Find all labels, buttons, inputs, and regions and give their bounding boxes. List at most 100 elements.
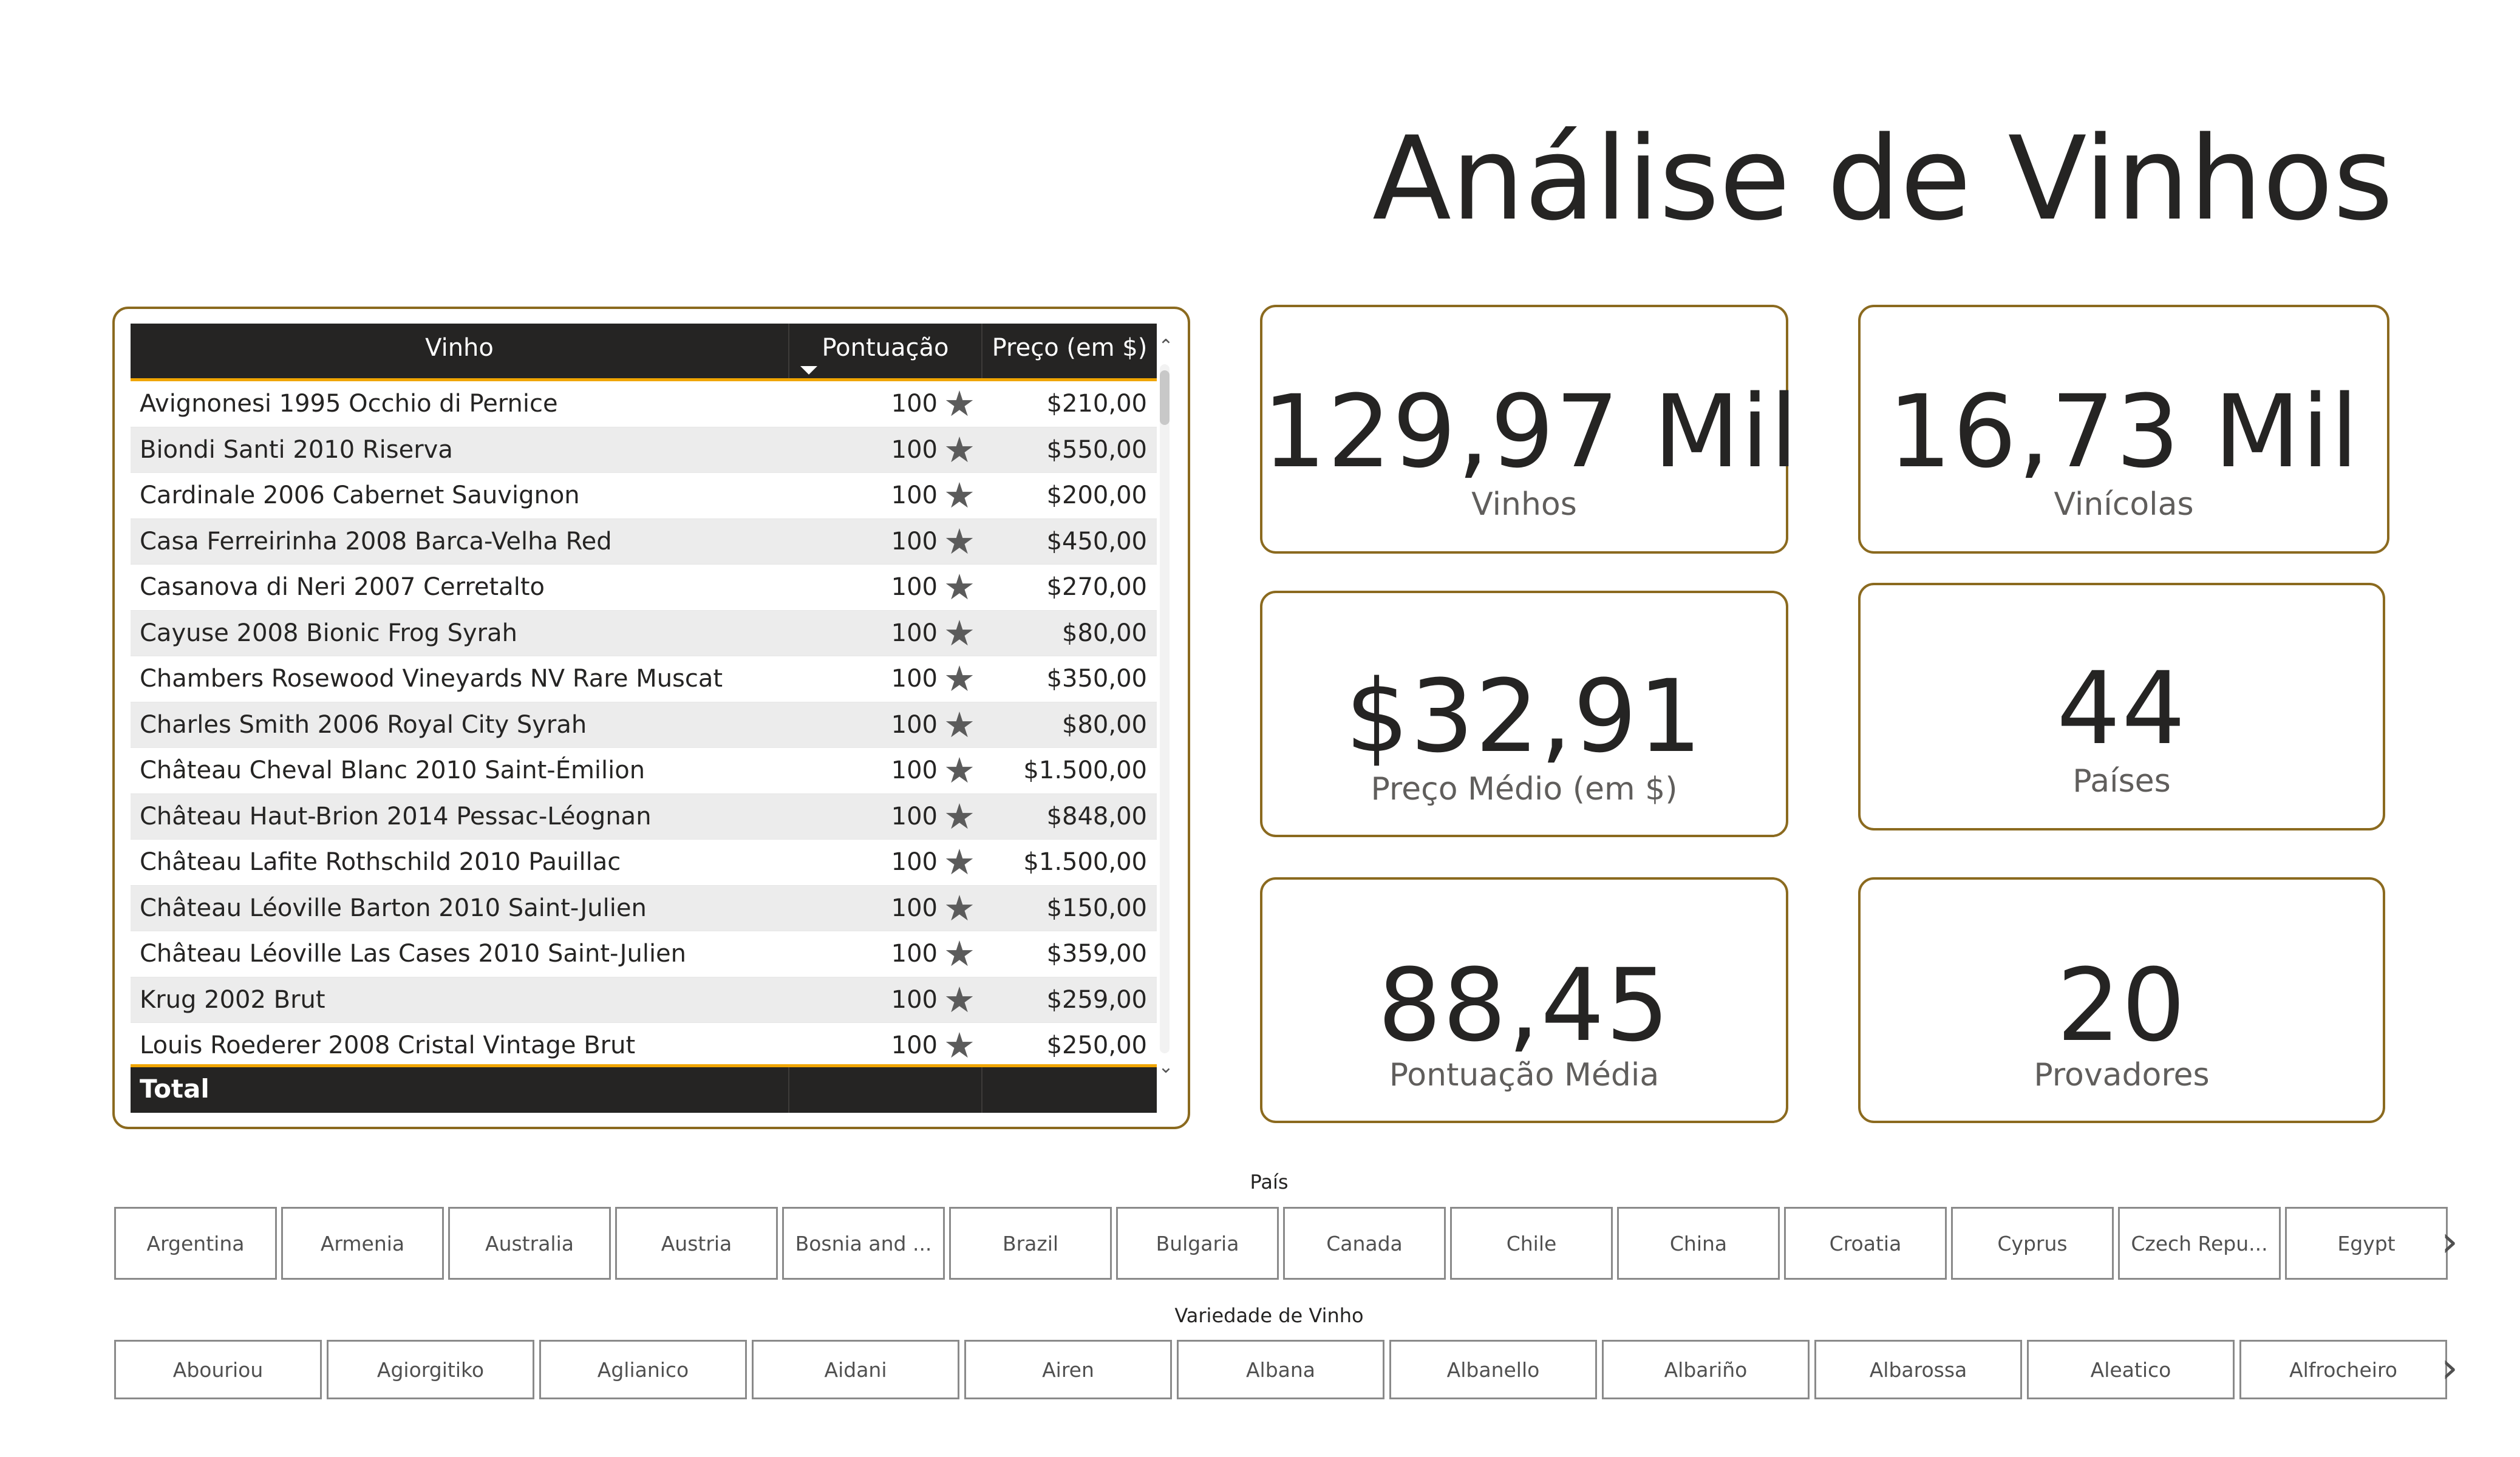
variety-slicer-item[interactable]: Airen	[964, 1340, 1172, 1399]
wine-name-cell: Casanova di Neri 2007 Cerretalto	[140, 573, 545, 602]
score-value: 100	[891, 1031, 938, 1060]
variety-slicer-item[interactable]: Albanello	[1389, 1340, 1597, 1399]
kpi-card-wineries: 16,73 Mil Vinícolas	[1858, 305, 2389, 554]
star-icon: ★	[944, 750, 975, 792]
score-cell: 100 ★	[789, 569, 982, 605]
score-value: 100	[891, 435, 938, 464]
table-row[interactable]: Château Haut-Brion 2014 Pessac-Léognan 10…	[131, 793, 1157, 840]
variety-slicer-item[interactable]: Albariño	[1602, 1340, 1810, 1399]
score-cell: 100 ★	[789, 478, 982, 513]
wine-name-cell: Biondi Santi 2010 Riserva	[140, 435, 453, 464]
score-cell: 100 ★	[789, 386, 982, 421]
country-slicer-item[interactable]: Chile	[1450, 1207, 1613, 1280]
wine-name-cell: Krug 2002 Brut	[140, 985, 325, 1014]
scroll-down-icon[interactable]: ⌄	[1157, 1056, 1175, 1078]
table-scrollbar[interactable]	[1160, 364, 1170, 1053]
price-cell: $450,00	[1046, 527, 1147, 555]
price-cell: $550,00	[1046, 435, 1147, 464]
table-row[interactable]: Charles Smith 2006 Royal City Syrah 100 ★ $…	[131, 702, 1157, 748]
table-row[interactable]: Cardinale 2006 Cabernet Sauvignon 100 ★ $20…	[131, 473, 1157, 519]
scroll-up-icon[interactable]: ⌃	[1157, 336, 1175, 357]
country-slicer-item[interactable]: Brazil	[949, 1207, 1112, 1280]
variety-slicer-item[interactable]: Aglianico	[539, 1340, 747, 1399]
kpi-card-wines: 129,97 Mil Vinhos	[1260, 305, 1799, 554]
score-value: 100	[891, 802, 938, 830]
country-slicer-item[interactable]: Canada	[1283, 1207, 1446, 1280]
country-slicer-item[interactable]: Australia	[448, 1207, 611, 1280]
sort-descending-icon	[800, 366, 817, 375]
star-icon: ★	[944, 658, 975, 700]
score-cell: 100 ★	[789, 844, 982, 880]
table-row[interactable]: Louis Roederer 2008 Cristal Vintage Brut…	[131, 1023, 1157, 1064]
variety-slicer-item[interactable]: Abouriou	[114, 1340, 322, 1399]
kpi-card-tasters: 20 Provadores	[1858, 877, 2385, 1123]
country-slicer-item[interactable]: China	[1617, 1207, 1780, 1280]
variety-slicer-item[interactable]: Aleatico	[2027, 1340, 2235, 1399]
star-icon: ★	[944, 795, 975, 837]
kpi-label-avg-price: Preço Médio (em $)	[1371, 771, 1678, 807]
star-icon: ★	[944, 841, 975, 883]
variety-slicer-item[interactable]: Aidani	[752, 1340, 959, 1399]
score-value: 100	[891, 619, 938, 647]
wine-name-cell: Chambers Rosewood Vineyards NV Rare Musc…	[140, 665, 723, 693]
country-slicer-item[interactable]: Austria	[615, 1207, 778, 1280]
table-row[interactable]: Cayuse 2008 Bionic Frog Syrah 100 ★ $80,00	[131, 610, 1157, 656]
column-header-wine[interactable]: Vinho	[131, 324, 789, 378]
country-next-chevron-icon[interactable]: ›	[2441, 1220, 2458, 1263]
variety-slicer-item[interactable]: Agiorgitiko	[327, 1340, 534, 1399]
score-cell: 100 ★	[789, 432, 982, 467]
table-row[interactable]: Biondi Santi 2010 Riserva 100 ★ $550,00	[131, 427, 1157, 473]
country-slicer-item[interactable]: Bosnia and ...	[782, 1207, 945, 1280]
country-slicer-item[interactable]: Argentina	[114, 1207, 277, 1280]
price-cell: $80,00	[1062, 619, 1147, 647]
table-row[interactable]: Casanova di Neri 2007 Cerretalto 100 ★ $270…	[131, 565, 1157, 611]
table-row[interactable]: Avignonesi 1995 Occhio di Pernice 100 ★ $21…	[131, 381, 1157, 427]
table-scrollbar-thumb[interactable]	[1160, 370, 1170, 425]
score-value: 100	[891, 985, 938, 1014]
price-cell: $270,00	[1046, 573, 1147, 602]
variety-next-chevron-icon[interactable]: ›	[2441, 1347, 2458, 1389]
country-slicer-item[interactable]: Czech Repu...	[2118, 1207, 2281, 1280]
country-slicer-title: País	[1250, 1170, 1289, 1194]
variety-slicer: Abouriou Agiorgitiko Aglianico Aidani Airen A…	[114, 1340, 2452, 1399]
wine-name-cell: Château Haut-Brion 2014 Pessac-Léognan	[140, 802, 652, 830]
country-slicer-item[interactable]: Bulgaria	[1116, 1207, 1279, 1280]
price-cell: $259,00	[1046, 985, 1147, 1014]
table-row[interactable]: Château Lafite Rothschild 2010 Pauillac 1…	[131, 840, 1157, 886]
column-header-price[interactable]: Preço (em $)	[982, 324, 1157, 378]
kpi-value-wineries: 16,73 Mil	[1888, 373, 2360, 490]
score-cell: 100 ★	[789, 982, 982, 1017]
star-icon: ★	[944, 429, 975, 470]
country-slicer-item[interactable]: Cyprus	[1951, 1207, 2114, 1280]
total-score-cell	[789, 1067, 982, 1113]
column-header-score[interactable]: Pontuação	[789, 324, 982, 378]
variety-slicer-item[interactable]: Alfrocheiro	[2239, 1340, 2447, 1399]
wine-name-cell: Avignonesi 1995 Occhio di Pernice	[140, 390, 558, 418]
star-icon: ★	[944, 979, 975, 1021]
price-cell: $359,00	[1046, 940, 1147, 968]
star-icon: ★	[944, 887, 975, 929]
table-row[interactable]: Château Léoville Las Cases 2010 Saint-Ju…	[131, 931, 1157, 977]
kpi-label-countries: Países	[2072, 763, 2171, 800]
table-body: Avignonesi 1995 Occhio di Pernice 100 ★ $21…	[131, 381, 1157, 1064]
country-slicer-item[interactable]: Croatia	[1784, 1207, 1947, 1280]
price-cell: $350,00	[1046, 665, 1147, 693]
wine-name-cell: Château Léoville Las Cases 2010 Saint-Ju…	[140, 940, 687, 968]
total-label: Total	[131, 1067, 789, 1113]
variety-slicer-item[interactable]: Albarossa	[1814, 1340, 2022, 1399]
price-cell: $150,00	[1046, 894, 1147, 922]
score-cell: 100 ★	[789, 936, 982, 971]
table-row[interactable]: Château Léoville Barton 2010 Saint-Julie…	[131, 885, 1157, 931]
table-row[interactable]: Krug 2002 Brut 100 ★ $259,00	[131, 977, 1157, 1023]
table-row[interactable]: Château Cheval Blanc 2010 Saint-Émilion 1…	[131, 748, 1157, 794]
country-slicer-item[interactable]: Egypt	[2285, 1207, 2448, 1280]
kpi-value-wines: 129,97 Mil	[1262, 373, 1799, 490]
star-icon: ★	[944, 612, 975, 654]
price-cell: $1.500,00	[1023, 756, 1147, 785]
country-slicer-item[interactable]: Armenia	[281, 1207, 444, 1280]
kpi-label-wineries: Vinícolas	[2054, 486, 2194, 523]
table-row[interactable]: Chambers Rosewood Vineyards NV Rare Musc…	[131, 656, 1157, 702]
wine-name-cell: Château Léoville Barton 2010 Saint-Julie…	[140, 894, 647, 922]
table-row[interactable]: Casa Ferreirinha 2008 Barca-Velha Red 100…	[131, 518, 1157, 565]
variety-slicer-item[interactable]: Albana	[1177, 1340, 1384, 1399]
